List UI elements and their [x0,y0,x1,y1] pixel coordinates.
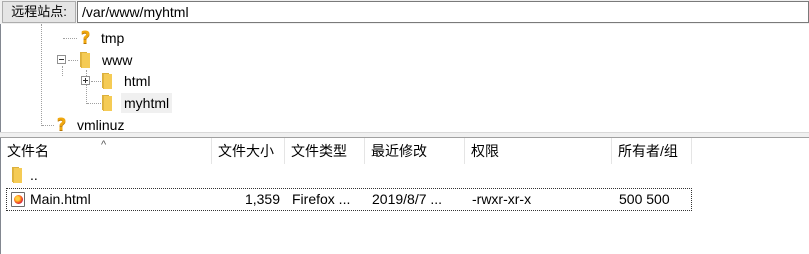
file-list-header: 文件名 ^ 文件大小 文件类型 最近修改 权限 所有者/组 [1,138,809,164]
tree-item-vmlinuz[interactable]: ? vmlinuz [55,114,127,132]
tree-connector [63,38,77,39]
tree-item-www[interactable]: www [77,49,135,71]
tree-connector [42,125,54,126]
tree-item-myhtml[interactable]: myhtml [99,92,173,114]
column-header-permissions[interactable]: 权限 [465,138,612,164]
folder-icon [99,73,112,89]
file-size: 1,359 [244,191,280,207]
tree-item-label: vmlinuz [77,117,125,132]
tree-item-label: www [102,52,133,68]
folder-icon [99,95,112,111]
tree-item-label: html [124,73,151,89]
tree-item-label: myhtml [121,93,173,113]
file-type: Firefox ... [292,191,351,207]
column-header-filename[interactable]: 文件名 ^ [1,138,212,164]
sort-ascending-icon: ^ [101,139,107,151]
tree-guide-line [41,24,42,126]
file-permissions: -rwxr-xr-x [472,191,532,207]
expand-toggle[interactable] [81,76,90,85]
column-header-modified[interactable]: 最近修改 [365,138,465,164]
tree-guide-line [62,66,63,76]
column-label: 文件名 [7,143,49,159]
remote-site-bar: 远程站点: /var/www/myhtml [0,0,809,24]
tree-item-label: tmp [101,30,125,46]
file-modified: 2019/8/7 ... [372,191,443,207]
column-header-filesize[interactable]: 文件大小 [212,138,285,164]
folder-icon [77,52,90,68]
parent-directory-row[interactable]: .. [6,165,692,188]
unknown-question-icon: ? [56,115,67,132]
remote-path-input[interactable]: /var/www/myhtml [77,1,809,23]
file-name: Main.html [30,191,91,207]
collapse-toggle[interactable] [57,55,66,64]
remote-file-list[interactable]: 文件名 ^ 文件大小 文件类型 最近修改 权限 所有者/组 .. Main.ht… [0,138,809,254]
remote-directory-tree[interactable]: ? tmp www html myhtml ? vmlinuz [0,24,809,132]
unknown-question-icon: ? [80,28,91,48]
column-header-owner[interactable]: 所有者/组 [612,138,692,164]
tree-item-html[interactable]: html [99,70,153,92]
column-header-filetype[interactable]: 文件类型 [285,138,365,164]
tree-item-tmp[interactable]: ? tmp [79,27,127,49]
firefox-html-file-icon [11,192,25,207]
remote-site-label: 远程站点: [2,1,76,23]
folder-icon [9,167,22,183]
file-row[interactable]: Main.html 1,359 Firefox ... 2019/8/7 ...… [6,188,692,211]
file-owner: 500 500 [619,191,670,207]
file-name: .. [30,167,38,183]
